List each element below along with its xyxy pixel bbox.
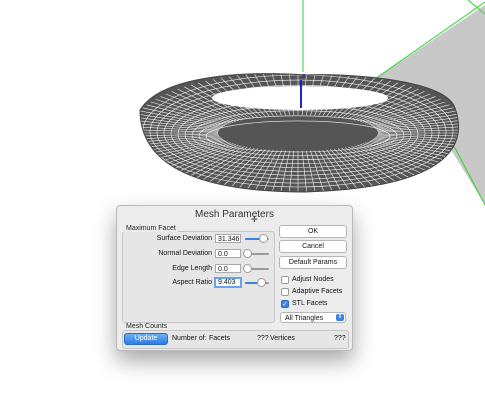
edge-length-knob[interactable] [243,264,252,273]
torus-mesh[interactable] [128,71,468,195]
checkmark-icon: ✓ [282,301,288,308]
cancel-button[interactable]: Cancel [279,240,347,253]
surface-deviation-field[interactable]: 31.346 [215,234,241,243]
z-axis-label: z [302,73,306,80]
adjust-nodes-label: Adjust Nodes [292,276,334,283]
maximum-facet-group [122,231,275,323]
stl-facets-checkbox[interactable]: ✓ [281,300,289,308]
triangles-select[interactable]: All Triangles ⇕ [280,312,346,323]
edge-length-label: Edge Length [172,265,212,272]
triangles-select-value: All Triangles [285,315,324,322]
adaptive-facets-checkbox[interactable] [281,288,289,296]
ok-button[interactable]: OK [279,225,347,238]
facets-count: ??? [257,335,269,342]
mesh-parameters-dialog: Mesh Parameters ✛ Maximum Facet Surface … [116,205,353,351]
surface-deviation-knob[interactable] [259,234,268,243]
default-params-button[interactable]: Default Params [279,256,347,269]
chevron-updown-icon: ⇕ [336,314,344,321]
aspect-ratio-field[interactable]: 9.403 [214,277,242,288]
edge-length-field[interactable]: 0.0 [215,264,241,273]
normal-deviation-label: Normal Deviation [158,250,212,257]
dialog-title: Mesh Parameters [195,209,274,220]
maximum-facet-title: Maximum Facet [124,225,178,232]
normal-deviation-field[interactable]: 0.0 [215,249,241,258]
vertices-label: Vertices [270,335,295,342]
surface-deviation-label: Surface Deviation [156,235,212,242]
stl-facets-label: STL Facets [292,300,328,307]
adaptive-facets-label: Adaptive Facets [292,288,343,295]
normal-deviation-knob[interactable] [243,249,252,258]
update-button[interactable]: Update [124,333,168,345]
aspect-ratio-label: Aspect Ratio [172,279,212,286]
number-of-label: Number of: [172,335,207,342]
vertices-count: ??? [334,335,346,342]
facets-label: Facets [209,335,231,342]
mesh-counts-title: Mesh Counts [124,323,170,330]
cursor-icon: ✛ [251,215,258,224]
aspect-ratio-knob[interactable] [257,278,266,287]
adjust-nodes-checkbox[interactable] [281,276,289,284]
